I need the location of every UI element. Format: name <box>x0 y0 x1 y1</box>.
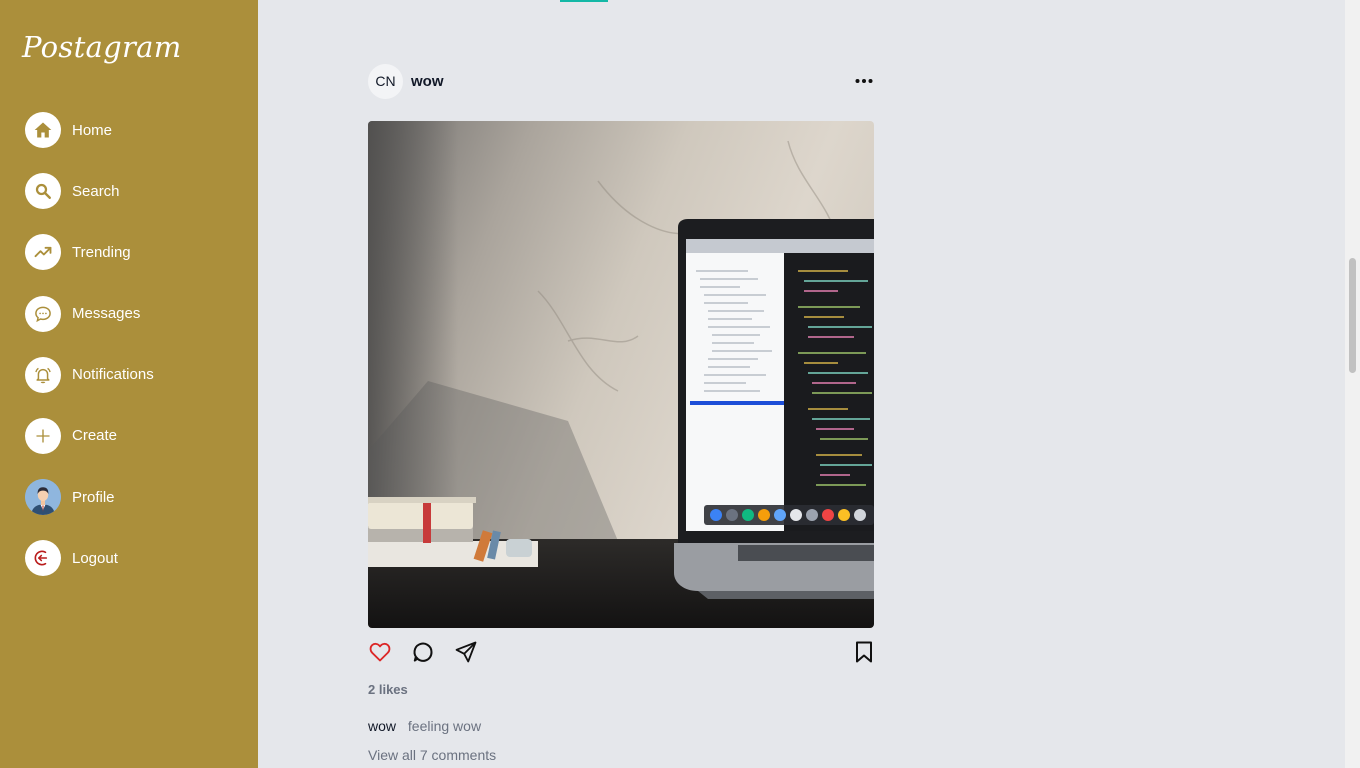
sidebar-item-home[interactable]: Home <box>25 112 154 148</box>
sidebar-item-trending[interactable]: Trending <box>25 234 154 271</box>
app-logo[interactable]: Postagram <box>22 30 182 64</box>
sidebar-nav: Home Search Trending Messages Notificati… <box>25 112 154 602</box>
post-caption: wow feeling wow <box>368 718 481 734</box>
post-image[interactable] <box>368 121 874 628</box>
post-actions <box>368 640 874 666</box>
post-card: CN wow 2 likes wow feeling wow View all … <box>368 63 874 763</box>
likes-count[interactable]: 2 likes <box>368 682 408 697</box>
sidebar-item-label: Create <box>72 427 118 445</box>
scrollbar-thumb[interactable] <box>1349 258 1356 373</box>
comment-bubble-icon[interactable] <box>411 640 437 666</box>
share-send-icon[interactable] <box>454 640 480 666</box>
sidebar-item-messages[interactable]: Messages <box>25 295 154 332</box>
caption-username[interactable]: wow <box>368 718 396 734</box>
sidebar-item-notifications[interactable]: Notifications <box>25 356 154 393</box>
sidebar-item-label: Search <box>72 182 120 200</box>
sidebar-item-label: Logout <box>72 549 118 567</box>
active-tab-indicator <box>560 0 608 2</box>
sidebar-item-create[interactable]: Create <box>25 417 154 454</box>
trending-icon <box>25 234 61 271</box>
logout-icon <box>25 540 61 577</box>
sidebar-item-label: Trending <box>72 243 131 261</box>
sidebar: Postagram Home Search Trending Messages <box>0 0 258 768</box>
bookmark-icon[interactable] <box>852 640 878 666</box>
avatar[interactable]: CN <box>368 63 403 99</box>
post-header: CN wow <box>368 63 874 99</box>
post-username[interactable]: wow <box>411 73 444 90</box>
more-options-icon[interactable] <box>854 72 874 90</box>
sidebar-item-label: Home <box>72 121 113 139</box>
like-heart-icon[interactable] <box>368 640 394 666</box>
view-comments-link[interactable]: View all 7 comments <box>368 747 496 763</box>
sidebar-item-label: Profile <box>72 488 115 506</box>
profile-avatar <box>25 479 61 516</box>
sidebar-item-label: Notifications <box>72 366 154 384</box>
sidebar-item-label: Messages <box>72 305 141 323</box>
laptop <box>674 219 874 599</box>
plus-icon <box>25 417 61 454</box>
sidebar-item-search[interactable]: Search <box>25 173 154 210</box>
sidebar-item-logout[interactable]: Logout <box>25 540 154 577</box>
sidebar-item-profile[interactable]: Profile <box>25 479 154 516</box>
messages-icon <box>25 295 61 332</box>
scrollbar[interactable] <box>1345 0 1360 768</box>
caption-text: feeling wow <box>407 718 482 734</box>
bell-icon <box>25 356 61 393</box>
home-icon <box>25 112 61 148</box>
search-icon <box>25 173 61 210</box>
